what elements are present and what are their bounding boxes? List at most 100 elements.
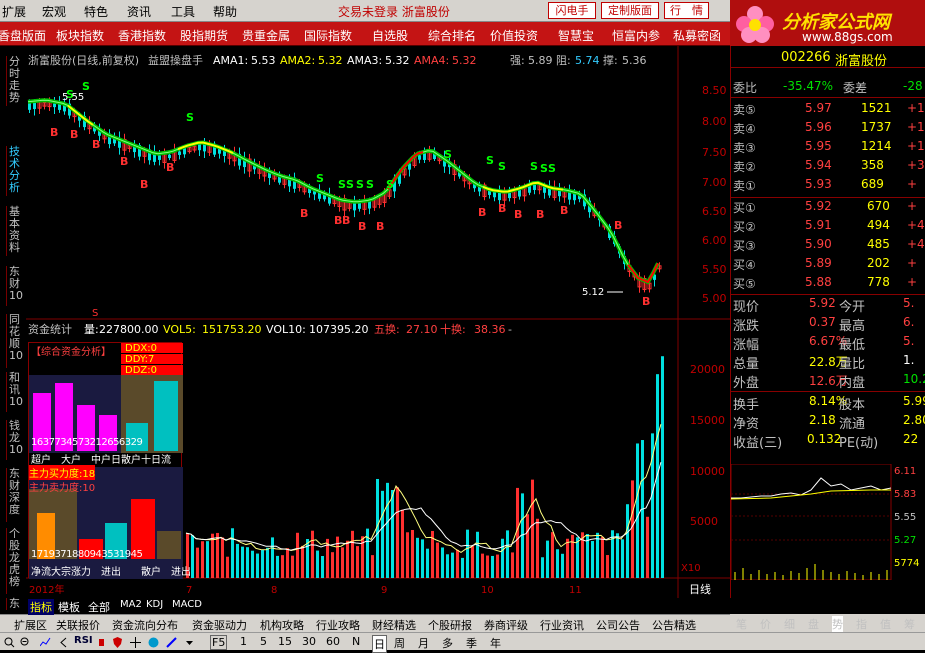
tab-precious-metals[interactable]: 贵重金属 bbox=[242, 27, 290, 44]
tab-trend[interactable]: 势 bbox=[832, 616, 843, 632]
sell-row[interactable]: 卖③ 5.95 1214 +12 bbox=[731, 139, 925, 158]
menu-help[interactable]: 帮助 bbox=[213, 3, 237, 20]
volume-bar bbox=[306, 539, 309, 578]
kline-chart-panel[interactable]: SSSSSSSSSSSSSSSBBBBBBBBBBBBBBBBBB 8.50 8… bbox=[26, 46, 730, 598]
menu-macro[interactable]: 宏观 bbox=[42, 3, 66, 20]
sell-row[interactable]: 卖⑤ 5.97 1521 +1 bbox=[731, 101, 925, 120]
custom-layout-button[interactable]: 定制版面 bbox=[601, 2, 659, 19]
tab-index[interactable]: 指 bbox=[856, 616, 867, 632]
period-day[interactable]: 日 bbox=[372, 635, 387, 653]
tab-template[interactable]: 模板 bbox=[58, 599, 80, 615]
side-tab-tonghuashun[interactable]: 同花顺10 bbox=[6, 314, 23, 368]
sell-row[interactable]: 卖① 5.93 689 + bbox=[731, 177, 925, 196]
side-tab-basic-info[interactable]: 基本资料 bbox=[6, 206, 22, 256]
tab-tick[interactable]: 笔 bbox=[736, 616, 747, 632]
rsi-icon[interactable]: RSI bbox=[74, 635, 93, 646]
period-5min[interactable]: 5 bbox=[260, 635, 267, 648]
nav-fund-drive[interactable]: 资金驱动力 bbox=[192, 617, 247, 633]
side-tab-technical[interactable]: 技术分析 bbox=[6, 146, 22, 196]
tab-detail[interactable]: 细 bbox=[784, 616, 795, 632]
period-year[interactable]: 年 bbox=[490, 635, 501, 651]
nav-industry[interactable]: 行业攻略 bbox=[316, 617, 360, 633]
buy-row[interactable]: 买③ 5.90 485 +4 bbox=[731, 237, 925, 256]
tab-layout[interactable]: 香盘版面 bbox=[0, 27, 46, 44]
period-1min[interactable]: 1 bbox=[240, 635, 247, 648]
pen-icon[interactable] bbox=[166, 635, 177, 648]
nav-extension[interactable]: 扩展区 bbox=[14, 617, 47, 633]
nav-institution[interactable]: 机构攻略 bbox=[260, 617, 304, 633]
menu-extend[interactable]: 扩展 bbox=[2, 3, 26, 20]
tab-sector-index[interactable]: 板块指数 bbox=[56, 27, 104, 44]
tab-order[interactable]: 盘 bbox=[808, 616, 819, 632]
dropdown-icon[interactable] bbox=[184, 635, 195, 648]
move-icon[interactable] bbox=[130, 635, 141, 648]
ama-lines bbox=[27, 98, 660, 285]
zoom-out-icon[interactable] bbox=[20, 635, 31, 648]
period-15min[interactable]: 15 bbox=[278, 635, 292, 648]
period-30min[interactable]: 30 bbox=[302, 635, 316, 648]
sell-row[interactable]: 卖④ 5.96 1737 +17 bbox=[731, 120, 925, 139]
quote-button[interactable]: 行 情 bbox=[664, 2, 709, 19]
side-tab-dragon-tiger[interactable]: 个股龙虎榜 bbox=[6, 528, 22, 594]
nav-announcement[interactable]: 公司公告 bbox=[596, 617, 640, 633]
tab-price[interactable]: 价 bbox=[760, 616, 771, 632]
tab-insider[interactable]: 恒富内参 bbox=[612, 27, 660, 44]
period-multi[interactable]: 多 bbox=[442, 635, 453, 651]
nav-fund-flow[interactable]: 资金流向分布 bbox=[112, 617, 178, 633]
f5-button[interactable]: F5 bbox=[210, 635, 228, 650]
tab-ma2[interactable]: MA2 bbox=[120, 599, 142, 610]
tab-hk-index[interactable]: 香港指数 bbox=[118, 27, 166, 44]
tab-value-invest[interactable]: 价值投资 bbox=[490, 27, 538, 44]
period-quarter[interactable]: 季 bbox=[466, 635, 477, 651]
chart-icon[interactable] bbox=[40, 635, 51, 648]
nav-finance-pick[interactable]: 财经精选 bbox=[372, 617, 416, 633]
side-tab-eastmoney[interactable]: 东财10 bbox=[6, 266, 23, 306]
buy-row[interactable]: 买④ 5.89 202 + bbox=[731, 256, 925, 275]
period-week[interactable]: 周 bbox=[394, 635, 405, 651]
nav-announcement-pick[interactable]: 公告精选 bbox=[652, 617, 696, 633]
mini-intraday-chart[interactable]: 6.11 5.83 5.55 5.27 5774 bbox=[731, 464, 925, 580]
candle bbox=[427, 145, 432, 162]
nav-industry-news[interactable]: 行业资讯 bbox=[540, 617, 584, 633]
volume-bar bbox=[226, 556, 229, 578]
buy-row[interactable]: 买② 5.91 494 +4 bbox=[731, 218, 925, 237]
candle-icon[interactable] bbox=[96, 635, 107, 648]
tab-value[interactable]: 值 bbox=[880, 616, 891, 632]
buy-row[interactable]: 买⑤ 5.88 778 + bbox=[731, 275, 925, 294]
nav-broker-rating[interactable]: 券商评级 bbox=[484, 617, 528, 633]
period-label[interactable]: 日线 bbox=[689, 582, 711, 596]
side-tab-depth[interactable]: 东财深度 bbox=[6, 468, 22, 522]
period-n[interactable]: N bbox=[352, 635, 360, 648]
ama3-label: AMA3: bbox=[347, 54, 382, 67]
back-icon[interactable] bbox=[58, 635, 69, 648]
side-tab-intraday[interactable]: 分时走势 bbox=[6, 56, 22, 106]
zoom-in-icon[interactable] bbox=[4, 635, 15, 648]
side-tab-hexun[interactable]: 和讯10 bbox=[6, 372, 23, 412]
tab-kdj[interactable]: KDJ bbox=[146, 599, 163, 610]
tab-watchlist[interactable]: 自选股 bbox=[372, 27, 408, 44]
tab-macd[interactable]: MACD bbox=[172, 599, 202, 610]
color-icon[interactable] bbox=[148, 635, 159, 648]
buy-row[interactable]: 买① 5.92 670 + bbox=[731, 199, 925, 218]
tab-wisdom[interactable]: 智慧宝 bbox=[558, 27, 594, 44]
menu-news[interactable]: 资讯 bbox=[127, 3, 151, 20]
tab-private-fund[interactable]: 私募密函 bbox=[673, 27, 721, 44]
flash-trade-button[interactable]: 闪电手 bbox=[548, 2, 596, 19]
menu-feature[interactable]: 特色 bbox=[84, 3, 108, 20]
vol-value: 227800.00 bbox=[99, 323, 159, 336]
tab-chips[interactable]: 筹 bbox=[904, 616, 915, 632]
tab-ranking[interactable]: 综合排名 bbox=[428, 27, 476, 44]
tab-all[interactable]: 全部 bbox=[88, 599, 110, 615]
menu-tools[interactable]: 工具 bbox=[171, 3, 195, 20]
nav-related-quote[interactable]: 关联报价 bbox=[56, 617, 100, 633]
side-tab-more[interactable]: 东 bbox=[6, 598, 22, 610]
shield-icon[interactable] bbox=[112, 635, 123, 648]
nav-research[interactable]: 个股研报 bbox=[428, 617, 472, 633]
sell-row[interactable]: 卖② 5.94 358 +3 bbox=[731, 158, 925, 177]
tab-futures[interactable]: 股指期货 bbox=[180, 27, 228, 44]
period-60min[interactable]: 60 bbox=[326, 635, 340, 648]
tab-intl-index[interactable]: 国际指数 bbox=[304, 27, 352, 44]
period-month[interactable]: 月 bbox=[418, 635, 429, 651]
side-tab-qianlong[interactable]: 钱龙10 bbox=[6, 420, 23, 460]
tab-indicator[interactable]: 指标 bbox=[28, 599, 54, 615]
